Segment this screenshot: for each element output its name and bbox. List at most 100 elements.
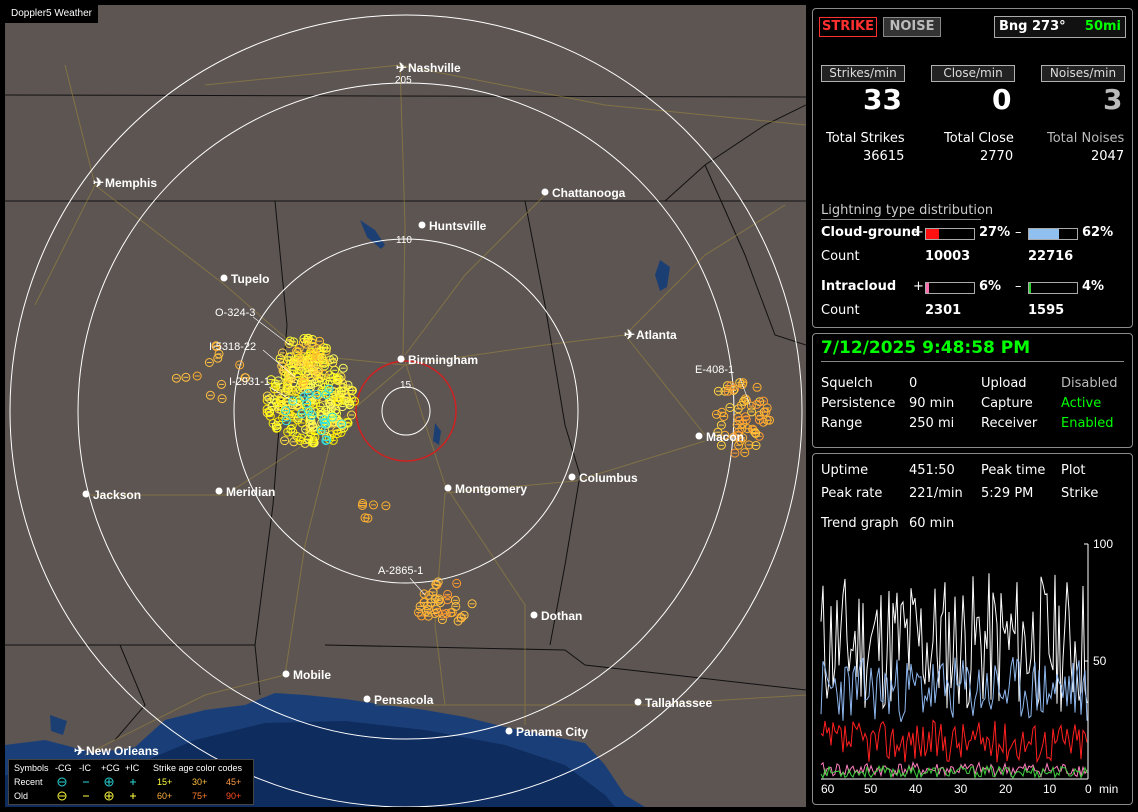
city-label: Tallahassee (645, 696, 712, 710)
legend-age-recent: 30+ (192, 777, 208, 787)
cg-minus-sign: – (1015, 225, 1022, 240)
cg-negative-bar (1028, 228, 1078, 240)
cg-positive-count: 10003 (925, 249, 971, 264)
city-label: Montgomery (455, 482, 527, 496)
noise-button[interactable]: NOISE (883, 17, 941, 37)
x-tick: 60 (821, 782, 835, 796)
trend-panel: Uptime 451:50 Peak time Plot Peak rate 2… (812, 453, 1133, 805)
ic-count-label: Count (821, 303, 860, 318)
legend-age-old: 75+ (192, 791, 208, 801)
storm-label: I-5318-22 (209, 341, 256, 353)
cg-count-label: Count (821, 249, 860, 264)
bearing-value: Bng 273° (999, 19, 1066, 34)
city-marker: Tupelo (220, 272, 269, 286)
status-panel: 7/12/2025 9:48:58 PM Squelch 0 Upload Di… (812, 333, 1133, 448)
capture-value: Active (1061, 396, 1102, 411)
squelch-label: Squelch (821, 376, 873, 391)
city-dot-icon (541, 188, 549, 196)
ic-positive-percent: 6% (979, 279, 1002, 294)
lightning-map[interactable]: 205 110 15 O-324-3 I-5318-22 I-2931-1 E-… (5, 5, 806, 807)
airport-plane-icon: ✈ (396, 60, 407, 75)
city-marker: ✈ New Orleans (74, 743, 159, 758)
city-dot-icon (282, 670, 290, 678)
trend-graph: 100 50 60 50 40 30 20 10 0 min (820, 537, 1118, 796)
city-label: Mobile (293, 668, 331, 682)
noises-per-min-header: Noises/min (1041, 65, 1125, 82)
city-marker: Pensacola (363, 693, 434, 707)
city-marker: ✈ Memphis (93, 175, 157, 190)
upload-value: Disabled (1061, 376, 1118, 391)
total-close-label: Total Close (944, 131, 1014, 146)
x-tick: 0 (1085, 782, 1092, 796)
ic-positive-bar (925, 282, 975, 294)
city-dot-icon (220, 274, 228, 282)
datetime-display: 7/12/2025 9:48:58 PM (821, 338, 1031, 358)
cg-negative-percent: 62% (1082, 225, 1114, 240)
ic-negative-count: 1595 (1028, 303, 1065, 318)
total-noises-label: Total Noises (1047, 131, 1125, 146)
storm-label: A-2865-1 (378, 565, 423, 577)
cg-negative-count: 22716 (1028, 249, 1074, 264)
city-dot-icon (634, 698, 642, 706)
state-borders (5, 94, 806, 741)
city-marker: Montgomery (444, 482, 527, 496)
ring-label: 205 (395, 75, 412, 86)
storm-label: O-324-3 (215, 307, 255, 319)
city-marker: ✈ Atlanta (624, 327, 677, 342)
strikes-per-min-header: Strikes/min (821, 65, 905, 82)
ic-plus-sign: + (913, 279, 924, 294)
app-title: Doppler5 Weather (5, 5, 98, 23)
city-label: Macon (706, 430, 744, 444)
ic-negative-bar (1028, 282, 1078, 294)
persistence-value: 90 min (909, 396, 955, 411)
receiver-value: Enabled (1061, 416, 1114, 431)
trend-series-line (820, 719, 1088, 764)
close-per-min-header: Close/min (931, 65, 1015, 82)
city-marker: ✈ Nashville (396, 60, 461, 75)
city-dot-icon (82, 490, 90, 498)
range-label: Range (821, 416, 863, 431)
city-marker: Dothan (530, 609, 582, 623)
strike-button[interactable]: STRIKE (819, 17, 877, 37)
city-label: Dothan (541, 609, 582, 623)
airport-plane-icon: ✈ (624, 327, 635, 342)
ring-label: 15 (400, 380, 412, 391)
strike-stats-panel: STRIKE NOISE Bng 273° 50mi Strikes/min C… (812, 8, 1133, 328)
city-marker: Chattanooga (541, 186, 626, 200)
y-tick: 100 (1093, 537, 1113, 551)
city-dot-icon (568, 473, 576, 481)
total-noises-value: 2047 (1091, 149, 1125, 164)
city-dot-icon (397, 355, 405, 363)
ic-minus-sign: – (1015, 279, 1022, 294)
city-label: Birmingham (408, 353, 478, 367)
city-dot-icon (444, 484, 452, 492)
city-marker: Birmingham (397, 353, 478, 367)
airport-plane-icon: ✈ (93, 175, 104, 190)
city-dot-icon (363, 695, 371, 703)
trend-series-line (820, 761, 1088, 779)
bearing-range: 50mi (1084, 19, 1121, 34)
legend-age-old: 90+ (226, 791, 242, 801)
squelch-value: 0 (909, 376, 918, 391)
city-label: Atlanta (636, 328, 677, 342)
city-label: Chattanooga (552, 186, 626, 200)
y-tick: 50 (1093, 654, 1107, 668)
map-canvas: 205 110 15 O-324-3 I-5318-22 I-2931-1 E-… (5, 14, 806, 807)
city-marker: Panama City (505, 725, 588, 739)
city-label: Pensacola (374, 693, 434, 707)
city-label: New Orleans (86, 744, 159, 758)
capture-label: Capture (981, 396, 1033, 411)
x-tick: 20 (999, 782, 1013, 796)
ring-label: 110 (396, 235, 412, 246)
x-tick: 10 (1043, 782, 1057, 796)
receiver-label: Receiver (981, 416, 1038, 431)
symbol-legend: Symbols -CG -IC +CG +IC Strike age color… (8, 759, 254, 805)
cg-positive-percent: 27% (979, 225, 1011, 240)
range-rings (9, 14, 803, 807)
city-label: Memphis (105, 176, 157, 190)
close-per-min-value: 0 (992, 83, 1012, 116)
city-marker: Mobile (282, 668, 331, 682)
distribution-title: Lightning type distribution (821, 203, 994, 218)
intracloud-label: Intracloud (821, 279, 897, 294)
city-marker: Meridian (215, 485, 275, 499)
